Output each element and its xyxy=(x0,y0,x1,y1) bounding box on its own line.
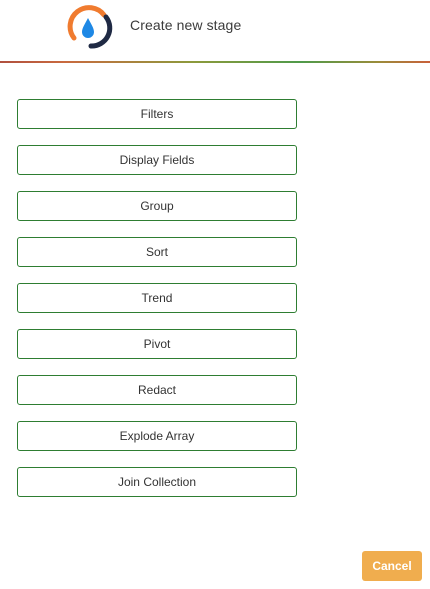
cancel-button[interactable]: Cancel xyxy=(362,551,422,581)
dialog-header: Create new stage xyxy=(0,0,430,61)
dialog-title: Create new stage xyxy=(130,17,242,33)
group-stage-button[interactable]: Group xyxy=(17,191,297,221)
redact-stage-button[interactable]: Redact xyxy=(17,375,297,405)
stage-options-list: Filters Display Fields Group Sort Trend … xyxy=(17,99,297,513)
filters-stage-button[interactable]: Filters xyxy=(17,99,297,129)
explode-array-stage-button[interactable]: Explode Array xyxy=(17,421,297,451)
pivot-stage-button[interactable]: Pivot xyxy=(17,329,297,359)
trend-stage-button[interactable]: Trend xyxy=(17,283,297,313)
display-fields-stage-button[interactable]: Display Fields xyxy=(17,145,297,175)
sort-stage-button[interactable]: Sort xyxy=(17,237,297,267)
app-logo-icon xyxy=(67,5,121,49)
header-divider xyxy=(0,61,430,63)
join-collection-stage-button[interactable]: Join Collection xyxy=(17,467,297,497)
